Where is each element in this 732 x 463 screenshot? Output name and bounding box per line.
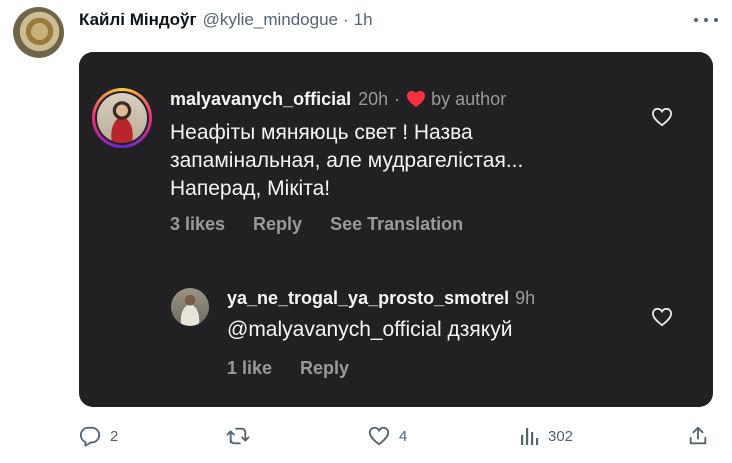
comment-actions: 3 likes Reply See Translation [170, 214, 463, 235]
tweet-header: Кайлі Міндоўг @kylie_mindogue · 1h [79, 9, 373, 31]
separator-dot: · [343, 10, 349, 29]
reply-text: @malyavanych_official дзякуй [227, 318, 513, 341]
views-count: 302 [548, 427, 574, 445]
comment-username: malyavanych_official [170, 88, 352, 109]
like-action[interactable]: 4 [368, 424, 407, 448]
retweet-icon [226, 427, 250, 445]
comment-separator: · [394, 88, 401, 109]
comment-see-translation: See Translation [330, 214, 464, 234]
heart-icon [368, 426, 390, 446]
views-chart-icon [521, 428, 539, 445]
comment-likes: 3 likes [170, 214, 226, 234]
views-action[interactable]: 302 [519, 424, 573, 448]
share-action[interactable] [687, 424, 709, 448]
tweet-action-bar: 2 4 302 [79, 424, 719, 448]
retweet-action[interactable] [226, 424, 259, 448]
author-liked-heart-icon [407, 90, 426, 108]
tweet-author-avatar[interactable] [13, 7, 64, 58]
reply-actions: 1 like Reply [227, 358, 349, 379]
replies-count: 2 [110, 427, 119, 445]
reply-action[interactable]: 2 [79, 424, 118, 448]
more-options-icon[interactable] [694, 10, 718, 30]
reply-like-heart-icon [651, 307, 673, 327]
author-handle[interactable]: @kylie_mindogue [203, 10, 338, 30]
by-author-label: by author [431, 88, 507, 109]
comment-reply: Reply [253, 214, 303, 234]
author-name[interactable]: Кайлі Міндоўг [79, 10, 197, 30]
comment-text: Неафіты мяняюць свет ! Назва запамінальн… [170, 121, 524, 200]
embedded-comment-screenshot[interactable]: malyavanych_official 20h · by author Неа… [79, 52, 713, 407]
reply-time: 9h [515, 288, 536, 308]
reply-icon [79, 426, 101, 447]
comment-meta: malyavanych_official 20h · by author [170, 88, 506, 110]
reply-meta: ya_ne_trogal_ya_prosto_smotrel 9h [227, 288, 535, 309]
reply-avatar [171, 288, 209, 326]
reply-username: ya_ne_trogal_ya_prosto_smotrel [227, 288, 510, 308]
tweet-time[interactable]: 1h [354, 10, 373, 30]
comment-like-heart-icon [651, 107, 673, 127]
comment-avatar [92, 88, 152, 148]
comment-time: 20h [358, 88, 389, 109]
likes-count: 4 [399, 427, 408, 445]
reply-reply: Reply [300, 358, 350, 378]
share-icon [689, 426, 707, 445]
reply-likes: 1 like [227, 358, 273, 378]
